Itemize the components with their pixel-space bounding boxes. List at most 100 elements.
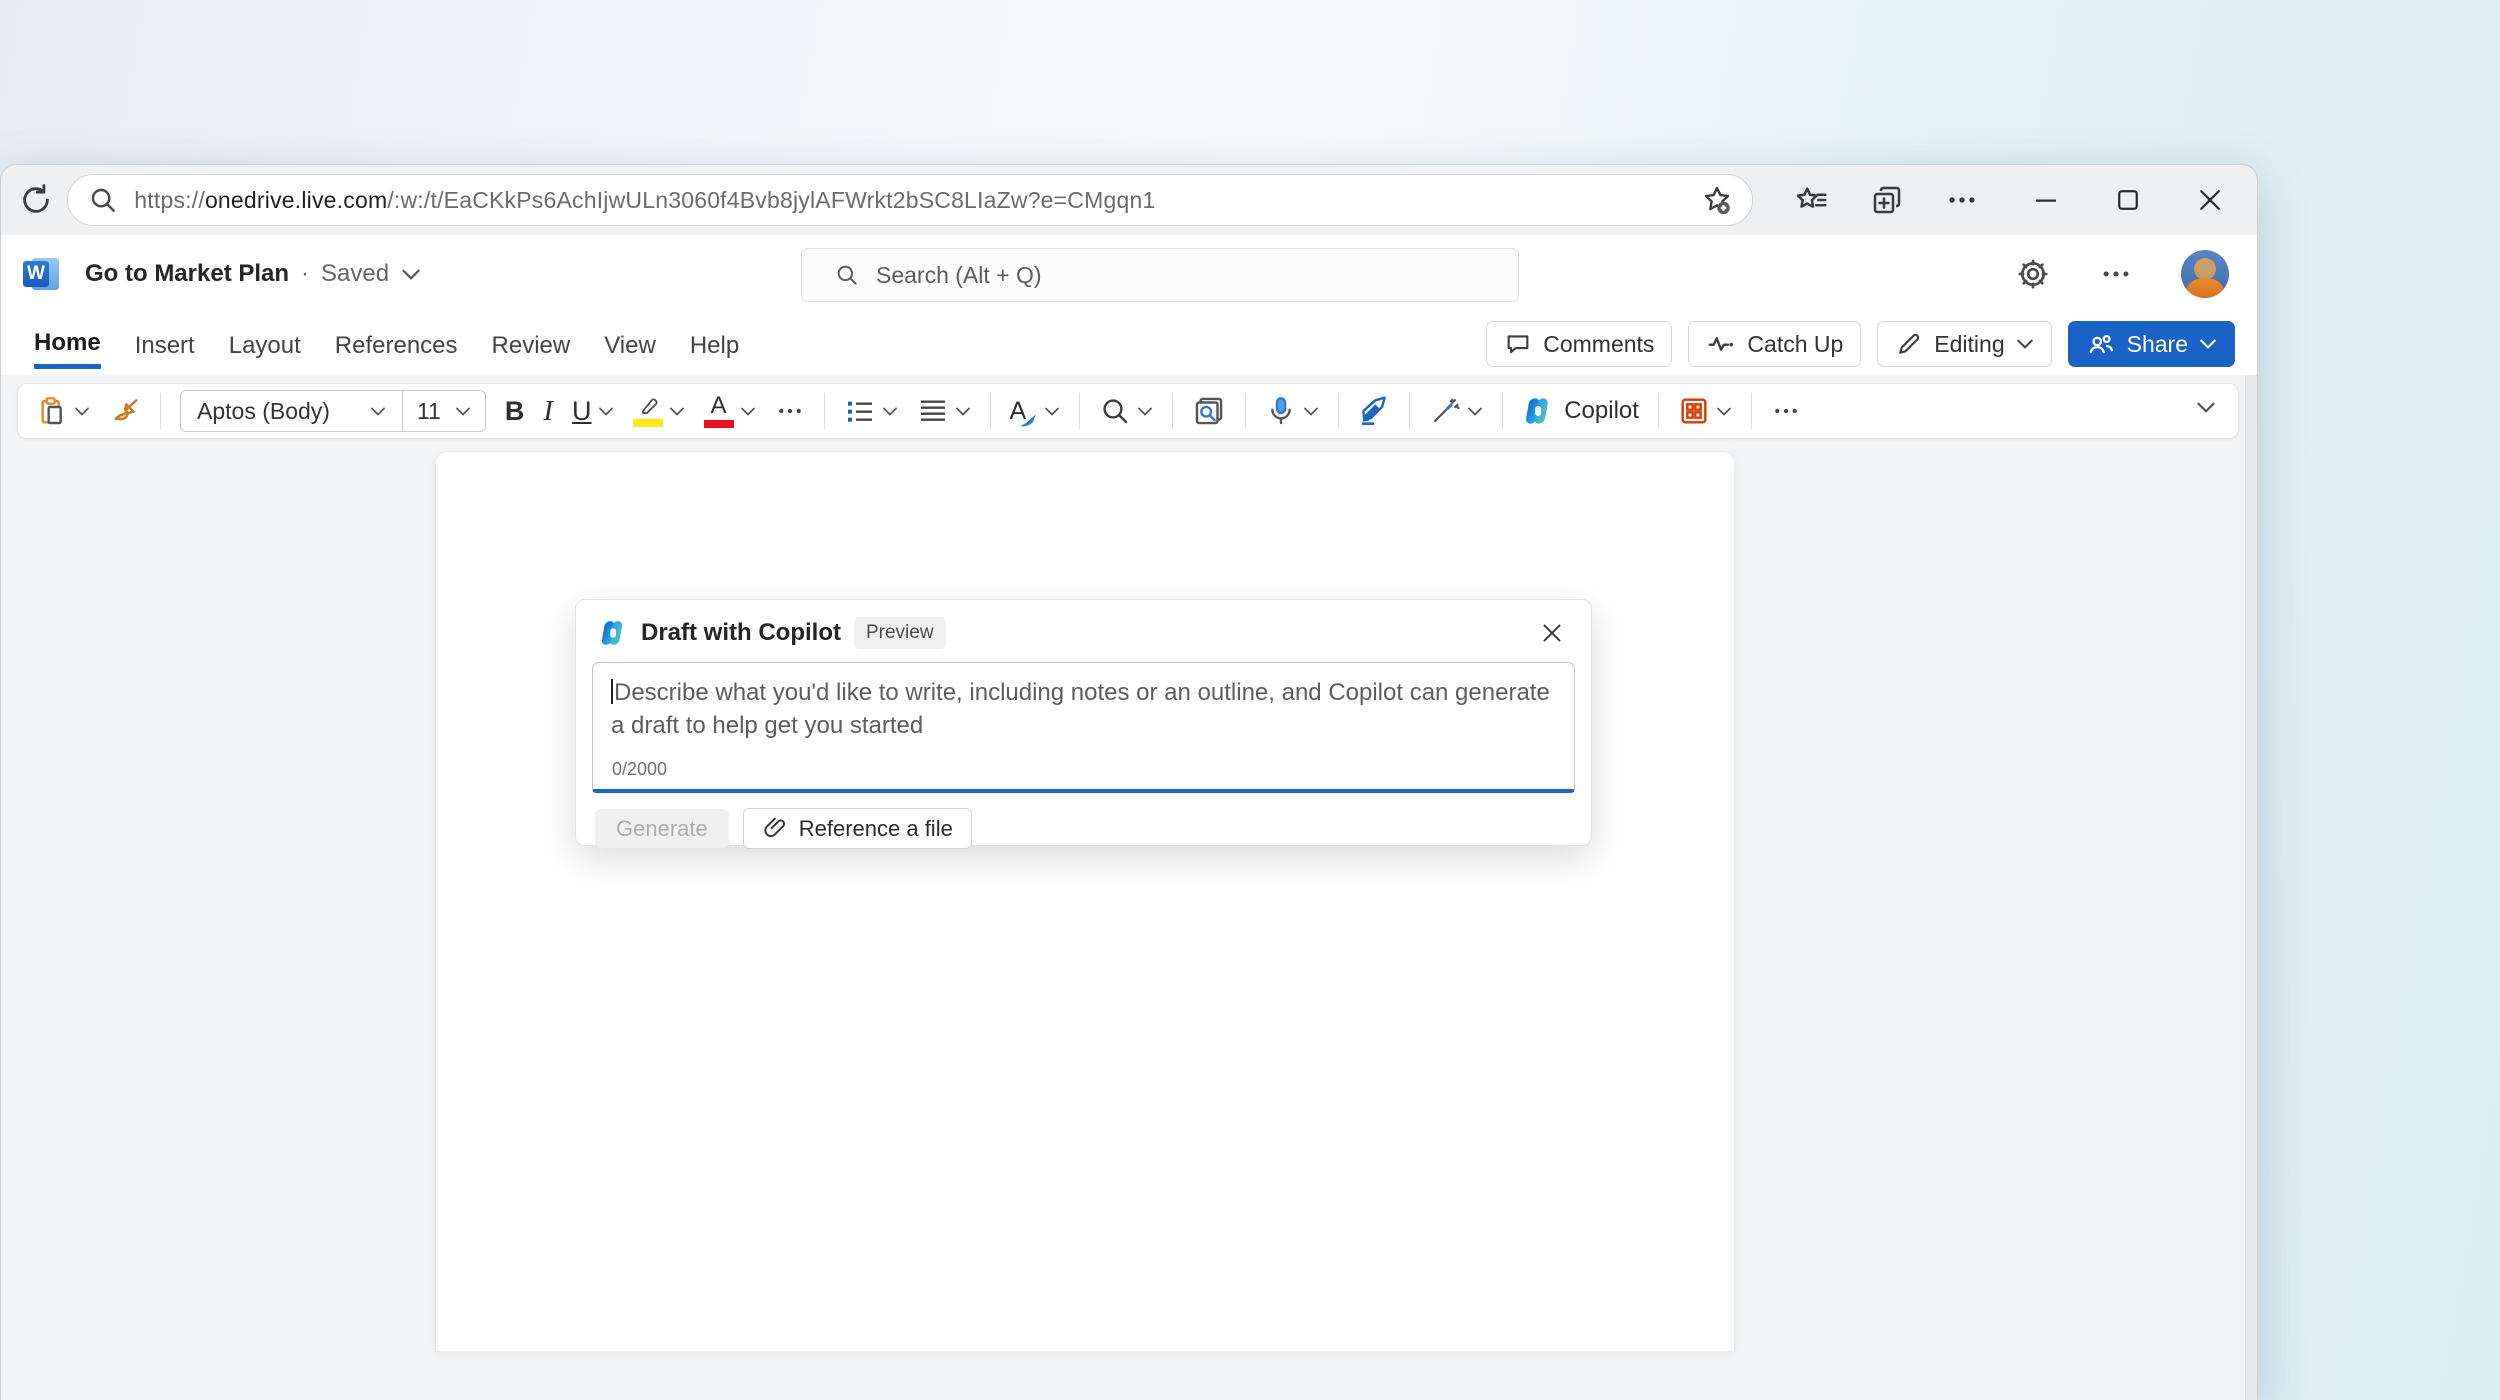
- copilot-prompt-input[interactable]: Describe what you'd like to write, inclu…: [592, 662, 1575, 793]
- document-title-text: Go to Market Plan: [85, 260, 290, 287]
- pulse-icon: [1706, 329, 1736, 359]
- text-caret: [611, 679, 613, 704]
- toolbar-divider: [1409, 393, 1411, 429]
- paste-button[interactable]: [36, 395, 90, 427]
- ribbon-actions: Comments Catch Up Editing Share: [1486, 321, 2235, 367]
- tab-help[interactable]: Help: [673, 322, 756, 367]
- search-pages-button[interactable]: [1192, 394, 1226, 428]
- toolbar-overflow-button[interactable]: [1771, 396, 1801, 426]
- title-separator: ·: [301, 260, 310, 287]
- tab-insert[interactable]: Insert: [118, 322, 212, 367]
- font-size-select[interactable]: 11: [401, 391, 485, 431]
- url-text: https://onedrive.live.com/:w:/t/EaCKkPs6…: [134, 186, 1156, 213]
- settings-gear-icon[interactable]: [2015, 256, 2051, 292]
- style-brush-icon: [1020, 413, 1037, 426]
- tab-view[interactable]: View: [587, 322, 673, 367]
- catch-up-button[interactable]: Catch Up: [1688, 321, 1862, 367]
- search-icon: [834, 262, 860, 288]
- tab-layout[interactable]: Layout: [212, 322, 318, 367]
- document-page[interactable]: [435, 451, 1735, 1351]
- address-bar[interactable]: https://onedrive.live.com/:w:/t/EaCKkPs6…: [67, 174, 1753, 226]
- people-icon: [2086, 329, 2116, 359]
- close-icon[interactable]: [2195, 185, 2225, 215]
- word-app-header: W Go to Market Plan · Saved Search (Alt …: [1, 235, 2257, 313]
- underline-button[interactable]: U: [572, 396, 614, 427]
- ribbon-collapse-icon[interactable]: [2196, 401, 2216, 414]
- toolbar-divider: [160, 393, 161, 429]
- comment-icon: [1504, 330, 1532, 358]
- draft-with-copilot-dialog: Draft with Copilot Preview Describe what…: [575, 599, 1592, 849]
- dialog-close-icon[interactable]: [1539, 620, 1565, 646]
- highlight-color-button[interactable]: [632, 395, 685, 427]
- find-button[interactable]: [1099, 395, 1153, 427]
- font-name-select[interactable]: Aptos (Body): [181, 398, 402, 425]
- format-painter-button[interactable]: [109, 395, 141, 427]
- apps-grid-button[interactable]: [1678, 395, 1732, 427]
- chevron-down-icon: [401, 268, 421, 281]
- chevron-down-icon: [1717, 407, 1731, 416]
- chevron-down-icon: [1138, 407, 1153, 416]
- italic-button[interactable]: I: [543, 395, 553, 428]
- chevron-down-icon: [1045, 407, 1060, 416]
- bookmark-star-add-icon[interactable]: [1700, 183, 1734, 217]
- pencil-icon: [1895, 330, 1923, 358]
- chevron-down-icon: [669, 407, 684, 416]
- chevron-down-icon: [598, 407, 613, 416]
- word-logo[interactable]: W: [23, 255, 61, 293]
- bold-button[interactable]: B: [505, 396, 525, 427]
- chevron-down-icon: [2016, 338, 2034, 350]
- window-controls: [2031, 185, 2225, 215]
- header-ellipsis-icon[interactable]: [2099, 257, 2133, 291]
- more-font-options-button[interactable]: [775, 396, 805, 426]
- reload-icon[interactable]: [15, 178, 57, 222]
- word-logo-letter: W: [27, 263, 45, 284]
- styles-button[interactable]: A: [1010, 397, 1061, 426]
- toolbar-divider: [989, 393, 991, 429]
- line-spacing-button[interactable]: [917, 395, 971, 427]
- chevron-down-icon: [955, 407, 970, 416]
- bullet-list-button[interactable]: [844, 395, 898, 427]
- chevron-down-icon: [882, 407, 897, 416]
- copilot-icon: [1526, 398, 1548, 424]
- tab-references[interactable]: References: [318, 322, 475, 367]
- copilot-icon: [601, 621, 623, 645]
- magic-wand-button[interactable]: [1429, 395, 1483, 427]
- preview-badge: Preview: [853, 617, 946, 649]
- browser-toolbar: https://onedrive.live.com/:w:/t/EaCKkPs6…: [1, 165, 2257, 235]
- document-title[interactable]: Go to Market Plan · Saved: [85, 260, 421, 288]
- header-right-icons: [2015, 250, 2229, 298]
- browser-action-icons: [1793, 182, 1979, 218]
- comments-button[interactable]: Comments: [1486, 321, 1673, 367]
- scrollbar[interactable]: [2245, 375, 2257, 1400]
- collections-icon[interactable]: [1869, 182, 1905, 218]
- chevron-down-icon: [371, 407, 385, 416]
- favorites-icon[interactable]: [1793, 182, 1829, 218]
- minimize-icon[interactable]: [2031, 185, 2061, 215]
- chevron-down-icon: [1304, 407, 1319, 416]
- toolbar-divider: [823, 393, 825, 429]
- format-toolbar: Aptos (Body) 11 B I U A A Copilot: [17, 383, 2239, 439]
- ribbon-tabs: Home Insert Layout References Review Vie…: [1, 313, 2257, 375]
- tab-home[interactable]: Home: [17, 319, 118, 369]
- highlighter-icon: [641, 398, 658, 414]
- chevron-down-icon: [1468, 407, 1483, 416]
- editing-mode-button[interactable]: Editing: [1877, 321, 2052, 367]
- save-status: Saved: [321, 260, 390, 287]
- copilot-dialog-header: Draft with Copilot Preview: [576, 600, 1591, 659]
- font-color-button[interactable]: A: [703, 394, 756, 428]
- share-button[interactable]: Share: [2067, 321, 2235, 367]
- toolbar-divider: [1750, 393, 1752, 429]
- maximize-icon[interactable]: [2113, 185, 2143, 215]
- editor-button[interactable]: [1358, 395, 1390, 427]
- avatar[interactable]: [2181, 250, 2229, 298]
- chevron-down-icon: [2199, 338, 2217, 350]
- dictate-button[interactable]: [1265, 395, 1319, 427]
- tab-review[interactable]: Review: [475, 322, 588, 367]
- browser-menu-ellipsis-icon[interactable]: [1945, 183, 1979, 217]
- generate-button[interactable]: Generate: [595, 809, 729, 848]
- chevron-down-icon: [740, 407, 755, 416]
- search-input[interactable]: Search (Alt + Q): [801, 248, 1519, 302]
- copilot-button[interactable]: Copilot: [1522, 395, 1639, 427]
- reference-file-button[interactable]: Reference a file: [742, 808, 972, 849]
- search-icon: [88, 185, 118, 215]
